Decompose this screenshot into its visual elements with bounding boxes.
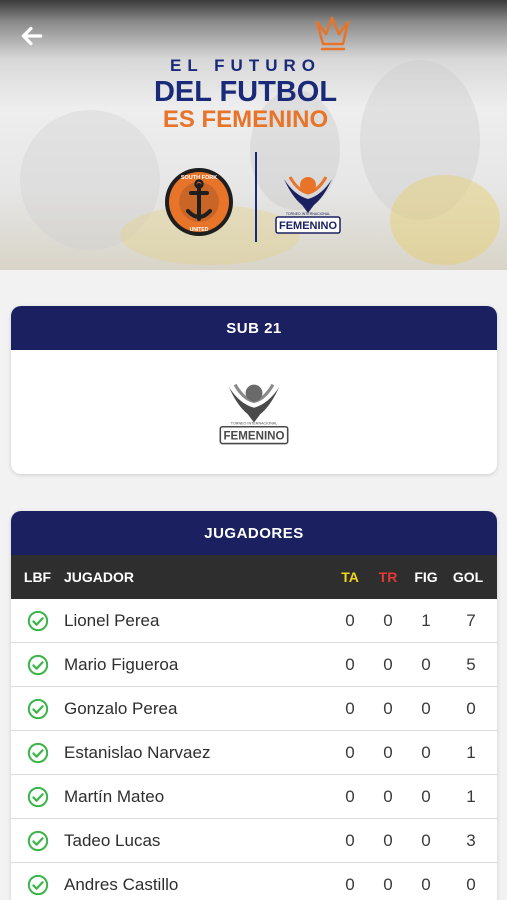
- player-name: Tadeo Lucas: [64, 830, 161, 850]
- column-header-fig: FIG: [414, 569, 438, 585]
- tournament-logo-text: FEMENINO: [279, 220, 338, 232]
- player-name: Martín Mateo: [64, 786, 165, 806]
- hero-title-line2: DEL FUTBOL: [153, 76, 338, 108]
- lbf-status: [11, 786, 64, 808]
- column-header-lbf: LBF: [23, 569, 52, 585]
- player-row[interactable]: Lionel Perea 0 0 1 7: [11, 599, 497, 643]
- players-card: JUGADORES LBF JUGADOR TA TR FIG GOL Lion…: [11, 511, 497, 900]
- logo-divider: [255, 152, 257, 242]
- hero-banner: EL FUTURO DEL FUTBOL ES FEMENINO SOUTH F…: [0, 0, 507, 270]
- category-logo-subtext: TORNEO INTERNACIONAL: [231, 422, 277, 426]
- column-header-name: JUGADOR: [64, 569, 135, 585]
- player-name: Gonzalo Perea: [64, 698, 178, 718]
- lbf-status: [11, 742, 64, 764]
- player-row[interactable]: Mario Figueroa 0 0 0 5: [11, 643, 497, 687]
- player-gol: 1: [466, 786, 476, 806]
- check-circle-icon: [27, 742, 48, 763]
- category-card: SUB 21 TORNEO INTERNACIONAL FEMENINO: [11, 306, 497, 474]
- column-header-ta: TA: [341, 569, 359, 585]
- player-tr: 0: [383, 610, 393, 630]
- player-fig: 0: [421, 830, 431, 850]
- category-body: TORNEO INTERNACIONAL FEMENINO: [11, 350, 497, 474]
- hero-background-shape: [390, 175, 500, 265]
- hero-title-line1: EL FUTURO: [170, 56, 321, 75]
- player-tr: 0: [383, 654, 393, 674]
- crown-icon: [315, 16, 350, 51]
- player-fig: 0: [421, 786, 431, 806]
- player-row[interactable]: Gonzalo Perea 0 0 0 0: [11, 687, 497, 731]
- lbf-status: [11, 830, 64, 852]
- player-name: Estanislao Narvaez: [64, 742, 211, 762]
- check-circle-icon: [27, 698, 48, 719]
- lbf-status: [11, 698, 64, 720]
- player-name: Lionel Perea: [64, 610, 160, 630]
- tournament-logo: TORNEO INTERNACIONAL FEMENINO: [275, 176, 341, 234]
- check-circle-icon: [27, 874, 48, 895]
- player-tr: 0: [383, 874, 393, 894]
- player-name: Mario Figueroa: [64, 654, 179, 674]
- players-title: JUGADORES: [11, 511, 497, 555]
- player-row[interactable]: Estanislao Narvaez 0 0 0 1: [11, 731, 497, 775]
- player-tr: 0: [383, 742, 393, 762]
- player-ta: 0: [345, 698, 355, 718]
- category-logo-text: FEMENINO: [223, 430, 284, 442]
- player-fig: 0: [421, 742, 431, 762]
- team-logo-text-top: SOUTH FORK: [181, 175, 217, 181]
- tournament-logo-subtext: TORNEO INTERNACIONAL: [286, 212, 330, 216]
- player-fig: 0: [421, 874, 431, 894]
- arrow-left-icon: [21, 26, 43, 46]
- player-ta: 0: [345, 874, 355, 894]
- players-table-header: LBF JUGADOR TA TR FIG GOL: [11, 555, 497, 599]
- lbf-status: [11, 874, 64, 896]
- check-circle-icon: [27, 830, 48, 851]
- player-gol: 0: [466, 874, 476, 894]
- team-logo-text-bottom: UNITED: [190, 227, 209, 233]
- player-gol: 0: [466, 698, 476, 718]
- player-tr: 0: [383, 698, 393, 718]
- player-ta: 0: [345, 654, 355, 674]
- player-ta: 0: [345, 742, 355, 762]
- back-button[interactable]: [16, 20, 48, 52]
- player-tr: 0: [383, 786, 393, 806]
- check-circle-icon: [27, 786, 48, 807]
- player-ta: 0: [345, 830, 355, 850]
- player-ta: 0: [345, 786, 355, 806]
- lbf-status: [11, 610, 64, 632]
- player-fig: 0: [421, 654, 431, 674]
- player-gol: 5: [466, 654, 476, 674]
- team-logo: SOUTH FORK UNITED: [165, 168, 233, 236]
- player-tr: 0: [383, 830, 393, 850]
- player-gol: 1: [466, 742, 476, 762]
- check-circle-icon: [27, 654, 48, 675]
- category-logo: TORNEO INTERNACIONAL FEMENINO: [219, 383, 289, 445]
- hero-title-line3: ES FEMENINO: [162, 106, 329, 133]
- player-row[interactable]: Andres Castillo 0 0 0 0: [11, 863, 497, 900]
- category-title: SUB 21: [11, 306, 497, 350]
- player-row[interactable]: Martín Mateo 0 0 0 1: [11, 775, 497, 819]
- player-fig: 0: [421, 698, 431, 718]
- column-header-tr: TR: [378, 569, 398, 585]
- player-gol: 3: [466, 830, 476, 850]
- player-ta: 0: [345, 610, 355, 630]
- player-name: Andres Castillo: [64, 874, 179, 894]
- player-row[interactable]: Tadeo Lucas 0 0 0 3: [11, 819, 497, 863]
- player-gol: 7: [466, 610, 476, 630]
- check-circle-icon: [27, 610, 48, 631]
- player-fig: 1: [421, 610, 431, 630]
- players-table-body: Lionel Perea 0 0 1 7 Mario Figueroa 0 0 …: [11, 599, 497, 900]
- column-header-gol: GOL: [452, 569, 484, 585]
- lbf-status: [11, 654, 64, 676]
